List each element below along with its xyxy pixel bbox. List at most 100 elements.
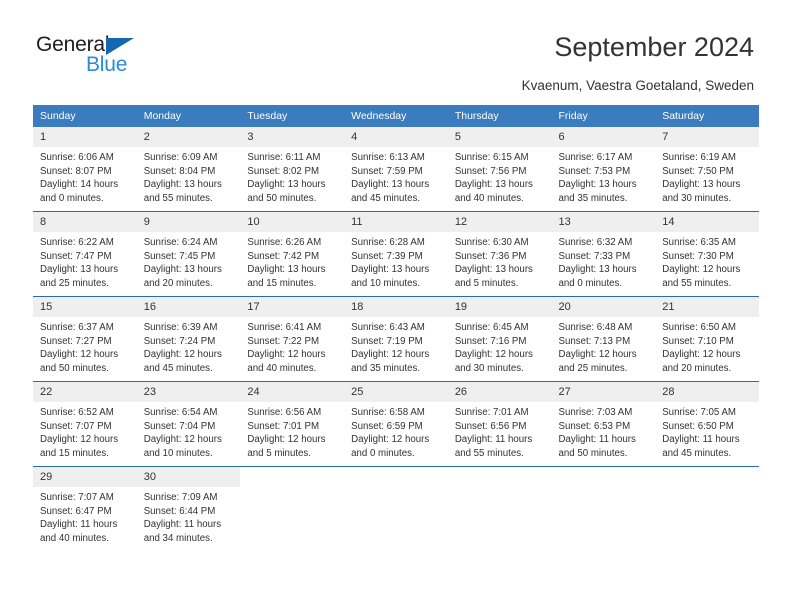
- day-cell[interactable]: 16 Sunrise: 6:39 AM Sunset: 7:24 PM Dayligh…: [136, 296, 241, 382]
- daylight-text-line2: and 5 minutes.: [454, 277, 519, 289]
- day-cell-empty: [240, 466, 345, 551]
- sunrise-text: Sunrise: 6:11 AM: [247, 152, 321, 163]
- day-number: [344, 467, 448, 487]
- daylight-text-line1: Daylight: 12 hours: [247, 434, 326, 446]
- calendar-week-row: 15 Sunrise: 6:37 AM Sunset: 7:27 PM Dayligh…: [33, 296, 759, 382]
- day-details: Sunrise: 6:45 AM Sunset: 7:16 PM Daylight:…: [448, 317, 552, 375]
- daylight-text-line2: and 25 minutes.: [558, 362, 628, 374]
- sunrise-text: Sunrise: 6:41 AM: [247, 322, 322, 333]
- day-cell[interactable]: 23 Sunrise: 6:54 AM Sunset: 7:04 PM Dayligh…: [136, 381, 241, 467]
- sunrise-text: Sunrise: 6:30 AM: [454, 237, 529, 248]
- day-number: 18: [344, 297, 448, 317]
- sunset-text: Sunset: 7:33 PM: [558, 250, 631, 262]
- daylight-text-line2: and 25 minutes.: [40, 277, 109, 289]
- sunset-text: Sunset: 7:27 PM: [40, 335, 112, 347]
- day-cell[interactable]: 19 Sunrise: 6:45 AM Sunset: 7:16 PM Dayligh…: [447, 296, 552, 382]
- day-number: 9: [136, 212, 241, 232]
- day-details: Sunrise: 6:15 AM Sunset: 7:56 PM Daylight:…: [448, 147, 552, 205]
- weekday-header-sunday: Sunday: [33, 105, 137, 127]
- day-details: Sunrise: 6:52 AM Sunset: 7:07 PM Daylight:…: [33, 402, 137, 460]
- sunrise-text: Sunrise: 6:28 AM: [351, 237, 425, 248]
- page-title: September 2024: [554, 32, 754, 62]
- sunrise-text: Sunrise: 6:39 AM: [143, 322, 218, 333]
- day-number: 13: [551, 212, 656, 232]
- daylight-text-line2: and 15 minutes.: [40, 447, 109, 459]
- day-cell[interactable]: 14 Sunrise: 6:35 AM Sunset: 7:30 PM Dayligh…: [655, 211, 759, 297]
- day-details: Sunrise: 6:09 AM Sunset: 8:04 PM Daylight:…: [137, 147, 241, 205]
- day-details: Sunrise: 6:11 AM Sunset: 8:02 PM Daylight:…: [240, 147, 344, 205]
- day-number: 8: [33, 212, 137, 232]
- daylight-text-line2: and 40 minutes.: [454, 192, 524, 204]
- day-number: 21: [655, 297, 759, 317]
- day-cell-empty: [344, 466, 448, 551]
- calendar-week-row: 1 Sunrise: 6:06 AM Sunset: 8:07 PM Daylight…: [33, 127, 759, 212]
- sunset-text: Sunset: 7:24 PM: [143, 335, 216, 347]
- calendar-week-row: 8 Sunrise: 6:22 AM Sunset: 7:47 PM Daylight…: [33, 211, 759, 297]
- day-number: 19: [447, 297, 552, 317]
- daylight-text-line1: Daylight: 12 hours: [558, 349, 637, 361]
- daylight-text-line1: Daylight: 13 hours: [351, 264, 430, 276]
- daylight-text-line1: Daylight: 12 hours: [40, 349, 119, 361]
- daylight-text-line2: and 30 minutes.: [662, 192, 732, 204]
- daylight-text-line2: and 0 minutes.: [351, 447, 415, 459]
- day-cell[interactable]: 8 Sunrise: 6:22 AM Sunset: 7:47 PM Daylight…: [33, 211, 137, 297]
- day-details: Sunrise: 6:58 AM Sunset: 6:59 PM Daylight:…: [344, 402, 448, 460]
- weekday-header-wednesday: Wednesday: [344, 105, 448, 127]
- day-details: [344, 487, 448, 491]
- day-cell[interactable]: 27 Sunrise: 7:03 AM Sunset: 6:53 PM Dayligh…: [551, 381, 656, 467]
- general-blue-logo: General Blue: [36, 33, 196, 79]
- sunset-text: Sunset: 7:56 PM: [454, 165, 527, 177]
- day-cell[interactable]: 11 Sunrise: 6:28 AM Sunset: 7:39 PM Dayligh…: [344, 211, 448, 297]
- daylight-text-line1: Daylight: 12 hours: [662, 264, 741, 276]
- sunrise-text: Sunrise: 6:56 AM: [247, 407, 322, 418]
- day-cell[interactable]: 22 Sunrise: 6:52 AM Sunset: 7:07 PM Dayligh…: [33, 381, 137, 467]
- day-cell[interactable]: 29 Sunrise: 7:07 AM Sunset: 6:47 PM Dayligh…: [33, 466, 137, 551]
- day-cell[interactable]: 18 Sunrise: 6:43 AM Sunset: 7:19 PM Dayligh…: [344, 296, 448, 382]
- day-cell[interactable]: 7 Sunrise: 6:19 AM Sunset: 7:50 PM Daylight…: [655, 127, 759, 212]
- day-cell[interactable]: 24 Sunrise: 6:56 AM Sunset: 7:01 PM Dayligh…: [240, 381, 345, 467]
- day-details: Sunrise: 6:48 AM Sunset: 7:13 PM Daylight:…: [552, 317, 656, 375]
- calendar-week-row: 22 Sunrise: 6:52 AM Sunset: 7:07 PM Dayligh…: [33, 381, 759, 467]
- weekday-header-thursday: Thursday: [447, 105, 552, 127]
- day-cell[interactable]: 6 Sunrise: 6:17 AM Sunset: 7:53 PM Daylight…: [551, 127, 656, 212]
- day-cell[interactable]: 4 Sunrise: 6:13 AM Sunset: 7:59 PM Daylight…: [344, 127, 448, 212]
- day-cell[interactable]: 30 Sunrise: 7:09 AM Sunset: 6:44 PM Dayligh…: [136, 466, 241, 551]
- daylight-text-line2: and 5 minutes.: [247, 447, 311, 459]
- day-cell[interactable]: 9 Sunrise: 6:24 AM Sunset: 7:45 PM Daylight…: [136, 211, 241, 297]
- sunset-text: Sunset: 7:50 PM: [662, 165, 734, 177]
- day-cell[interactable]: 21 Sunrise: 6:50 AM Sunset: 7:10 PM Dayligh…: [655, 296, 759, 382]
- day-cell[interactable]: 15 Sunrise: 6:37 AM Sunset: 7:27 PM Dayligh…: [33, 296, 137, 382]
- day-number: 4: [344, 127, 448, 147]
- day-cell[interactable]: 20 Sunrise: 6:48 AM Sunset: 7:13 PM Dayligh…: [551, 296, 656, 382]
- calendar-body: 1 Sunrise: 6:06 AM Sunset: 8:07 PM Daylight…: [33, 127, 759, 551]
- day-cell[interactable]: 25 Sunrise: 6:58 AM Sunset: 6:59 PM Dayligh…: [344, 381, 448, 467]
- day-cell[interactable]: 28 Sunrise: 7:05 AM Sunset: 6:50 PM Dayligh…: [655, 381, 759, 467]
- day-details: [552, 487, 656, 491]
- day-cell[interactable]: 3 Sunrise: 6:11 AM Sunset: 8:02 PM Daylight…: [240, 127, 345, 212]
- daylight-text-line1: Daylight: 13 hours: [40, 264, 119, 276]
- day-cell[interactable]: 2 Sunrise: 6:09 AM Sunset: 8:04 PM Daylight…: [136, 127, 241, 212]
- weekday-header-friday: Friday: [551, 105, 656, 127]
- day-details: Sunrise: 6:13 AM Sunset: 7:59 PM Daylight:…: [344, 147, 448, 205]
- day-details: Sunrise: 6:24 AM Sunset: 7:45 PM Daylight:…: [137, 232, 241, 290]
- sunrise-text: Sunrise: 6:54 AM: [143, 407, 218, 418]
- day-number: 20: [551, 297, 656, 317]
- day-cell[interactable]: 13 Sunrise: 6:32 AM Sunset: 7:33 PM Dayligh…: [551, 211, 656, 297]
- daylight-text-line2: and 20 minutes.: [143, 277, 213, 289]
- day-cell[interactable]: 5 Sunrise: 6:15 AM Sunset: 7:56 PM Daylight…: [447, 127, 552, 212]
- day-cell[interactable]: 12 Sunrise: 6:30 AM Sunset: 7:36 PM Dayligh…: [447, 211, 552, 297]
- sunrise-text: Sunrise: 6:52 AM: [40, 407, 114, 418]
- day-number: 11: [344, 212, 448, 232]
- day-cell[interactable]: 17 Sunrise: 6:41 AM Sunset: 7:22 PM Dayligh…: [240, 296, 345, 382]
- daylight-text-line2: and 45 minutes.: [662, 447, 732, 459]
- daylight-text-line2: and 34 minutes.: [143, 532, 213, 544]
- sunrise-text: Sunrise: 6:15 AM: [454, 152, 529, 163]
- sunset-text: Sunset: 7:42 PM: [247, 250, 320, 262]
- day-cell[interactable]: 10 Sunrise: 6:26 AM Sunset: 7:42 PM Dayligh…: [240, 211, 345, 297]
- sunset-text: Sunset: 7:10 PM: [662, 335, 734, 347]
- weekday-header-tuesday: Tuesday: [240, 105, 345, 127]
- day-details: Sunrise: 6:54 AM Sunset: 7:04 PM Daylight:…: [137, 402, 241, 460]
- day-cell[interactable]: 1 Sunrise: 6:06 AM Sunset: 8:07 PM Daylight…: [33, 127, 137, 212]
- day-number: 22: [33, 382, 137, 402]
- day-cell[interactable]: 26 Sunrise: 7:01 AM Sunset: 6:56 PM Dayligh…: [447, 381, 552, 467]
